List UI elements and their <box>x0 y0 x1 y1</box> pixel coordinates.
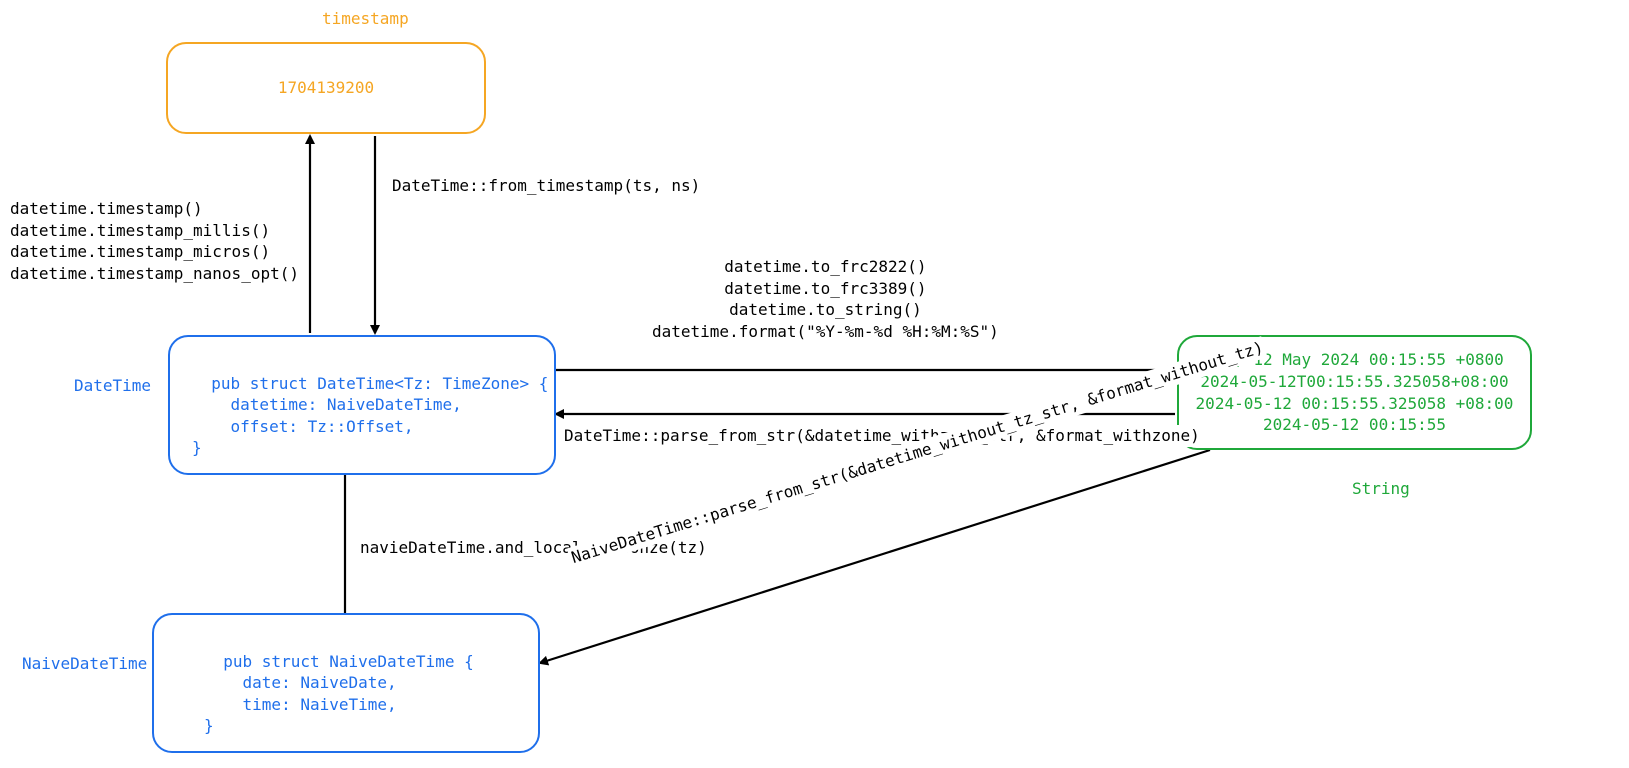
edge-dt-to-str-label: datetime.to_frc2822() datetime.to_frc338… <box>650 256 1001 342</box>
datetime-content: pub struct DateTime<Tz: TimeZone> { date… <box>192 374 548 458</box>
naivedatetime-content: pub struct NaiveDateTime { date: NaiveDa… <box>204 652 474 736</box>
naivedatetime-title: NaiveDateTime <box>20 653 149 675</box>
datetime-title: DateTime <box>72 375 153 397</box>
edge-str-to-dt-label: DateTime::parse_from_str(&datetime_withz… <box>562 425 1202 447</box>
naivedatetime-node: pub struct NaiveDateTime { date: NaiveDa… <box>152 613 540 753</box>
timestamp-title: timestamp <box>320 8 411 30</box>
edge-ts-to-dt-label: DateTime::from_timestamp(ts, ns) <box>390 175 702 197</box>
timestamp-content: 1704139200 <box>278 77 374 99</box>
string-title: String <box>1350 478 1412 500</box>
edge-dt-to-ts-label: datetime.timestamp() datetime.timestamp_… <box>8 198 301 284</box>
timestamp-node: 1704139200 <box>166 42 486 134</box>
datetime-node: pub struct DateTime<Tz: TimeZone> { date… <box>168 335 556 475</box>
edge-str-to-ndt-label: NaiveDateTime::parse_from_str(&datetime_… <box>567 336 1268 569</box>
